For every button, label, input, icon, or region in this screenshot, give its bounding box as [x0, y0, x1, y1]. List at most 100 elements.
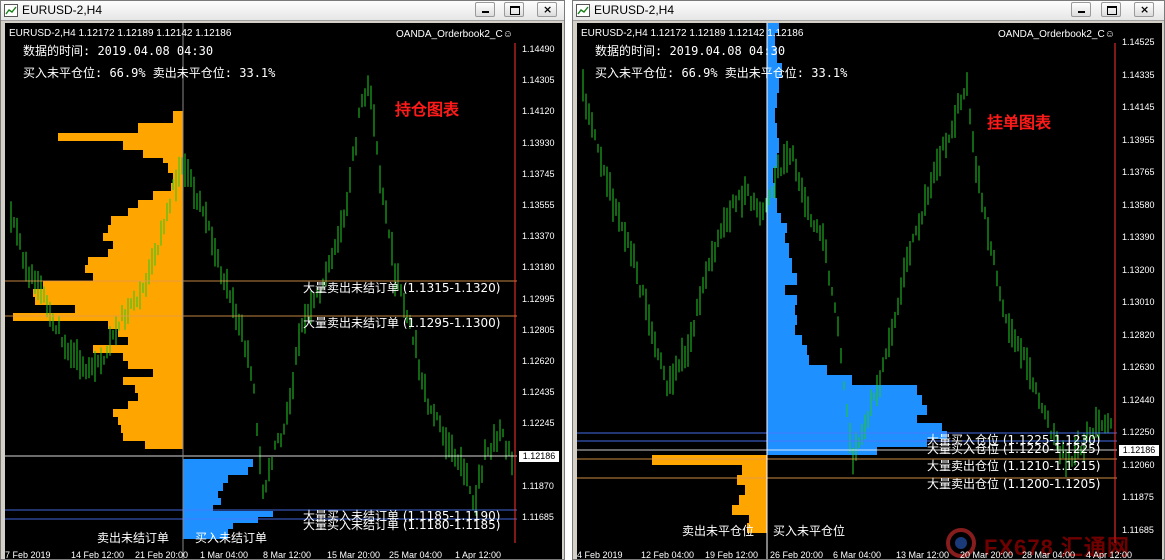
- chart-window-icon: [576, 4, 590, 17]
- symbol-quote-line: EURUSD-2,H4 1.12172 1.12189 1.12142 1.12…: [581, 28, 804, 39]
- sell-position-bar: [742, 465, 767, 475]
- buy-position-bar: [767, 168, 773, 183]
- buy-section-label: 买入未平仓位: [773, 524, 846, 538]
- chart-window-right[interactable]: EURUSD-2,H4 × EURUSD-2,H4 1.12172 1.1218…: [572, 0, 1165, 560]
- sell-section-label: 卖出未平仓位: [682, 524, 755, 538]
- title-bar[interactable]: EURUSD-2,H4 ×: [573, 1, 1164, 21]
- minimize-button[interactable]: [475, 2, 495, 17]
- sell-order-bar: [143, 150, 183, 158]
- sell-order-bar: [128, 361, 183, 369]
- current-price-label: 1.12186: [519, 451, 559, 462]
- sell-position-annotation: 大量卖出仓位 (1.1200-1.1205): [927, 477, 1101, 491]
- price-tick-label: 1.13370: [522, 231, 555, 242]
- data-time-label: 数据的时间: 2019.04.08 04:30: [23, 44, 214, 58]
- chart-name-label: 持仓图表: [395, 100, 460, 119]
- sell-order-bar: [121, 425, 183, 433]
- time-tick-label: 15 Mar 20:00: [327, 550, 381, 560]
- buy-position-bar: [767, 285, 785, 295]
- chart-name-label: 挂单图表: [987, 113, 1052, 132]
- price-axis[interactable]: 1.14525 1.14335 1.14145 1.13955 1.13765 1.135…: [1117, 23, 1162, 559]
- sell-position-annotation: 大量卖出仓位 (1.1210-1.1215): [927, 459, 1101, 473]
- buy-position-bar: [767, 385, 917, 395]
- time-tick-label: 1 Apr 12:00: [455, 550, 502, 560]
- smiley-icon: ☺: [502, 29, 513, 40]
- maximize-icon: [510, 6, 520, 15]
- time-tick-label: 4 Apr 12:00: [1086, 550, 1133, 560]
- buy-order-bar: [183, 498, 221, 505]
- sell-order-bar: [85, 265, 183, 273]
- price-tick-label: 1.14305: [522, 75, 555, 86]
- price-tick-label: 1.12060: [1122, 459, 1155, 470]
- sell-order-bar: [173, 111, 183, 123]
- price-tick-label: 1.13930: [522, 137, 555, 148]
- maximize-icon: [1107, 6, 1117, 15]
- buy-order-bar: [183, 475, 228, 483]
- price-tick-label: 1.14490: [522, 44, 555, 54]
- buy-position-bar: [767, 123, 777, 138]
- maximize-button[interactable]: [504, 2, 524, 17]
- time-tick-label: 13 Mar 12:00: [896, 550, 950, 560]
- sell-section-label: 卖出未结订单: [97, 531, 170, 545]
- price-tick-label: 1.13765: [1122, 167, 1155, 177]
- buy-position-bar: [767, 431, 947, 439]
- buy-position-bar: [767, 439, 927, 447]
- sell-order-bar: [113, 409, 183, 417]
- time-tick-label: 25 Mar 04:00: [389, 550, 443, 560]
- minimize-icon: [1078, 11, 1085, 13]
- price-tick-label: 1.12620: [522, 356, 555, 366]
- price-tick-label: 1.12630: [1122, 362, 1155, 372]
- time-tick-label: 6 Mar 04:00: [833, 550, 882, 560]
- time-tick-label: 19 Feb 12:00: [705, 550, 759, 560]
- buy-position-bar: [767, 93, 777, 108]
- sell-order-bar: [88, 257, 183, 265]
- price-tick-label: 1.13955: [1122, 134, 1155, 145]
- close-icon: ×: [543, 3, 553, 16]
- buy-position-bar: [767, 153, 777, 168]
- sell-order-bar: [123, 433, 183, 441]
- sell-order-bar: [123, 141, 183, 150]
- minimize-button[interactable]: [1071, 2, 1091, 17]
- sell-order-bar: [43, 281, 183, 289]
- price-chart[interactable]: EURUSD-2,H4 1.12172 1.12189 1.12142 1.12…: [5, 23, 562, 560]
- sell-order-bar: [135, 385, 183, 393]
- sell-order-bar: [103, 233, 183, 241]
- price-axis[interactable]: 1.14490 1.14305 1.14120 1.13930 1.13745 1.135…: [517, 23, 562, 559]
- sell-order-annotation: 大量卖出未结订单 (1.1315-1.1320): [303, 281, 501, 295]
- buy-position-bar: [767, 258, 792, 273]
- sell-order-bar: [123, 377, 183, 385]
- position-ratio-label: 买入未平仓位: 66.9% 卖出未平仓位: 33.1%: [23, 66, 276, 80]
- title-bar[interactable]: EURUSD-2,H4 ×: [1, 1, 564, 21]
- price-chart[interactable]: EURUSD-2,H4 1.12172 1.12189 1.12142 1.12…: [577, 23, 1162, 560]
- maximize-button[interactable]: [1101, 2, 1121, 17]
- sell-position-bar: [739, 495, 767, 505]
- time-tick-label: 21 Feb 20:00: [135, 550, 189, 560]
- sell-order-bar: [118, 329, 183, 337]
- buy-order-bar: [183, 511, 273, 517]
- data-time-label: 数据的时间: 2019.04.08 04:30: [595, 44, 786, 58]
- time-tick-label: 26 Feb 20:00: [770, 550, 824, 560]
- current-price-label: 1.12186: [1119, 445, 1159, 456]
- buy-position-bar: [767, 183, 775, 198]
- time-tick-label: 12 Feb 04:00: [641, 550, 695, 560]
- sell-order-bar: [108, 249, 183, 257]
- time-tick-label: 20 Mar 20:00: [960, 550, 1014, 560]
- buy-order-bar: [183, 523, 233, 529]
- price-tick-label: 1.11875: [1122, 492, 1154, 502]
- sell-order-bar: [118, 417, 183, 425]
- buy-order-bar: [183, 483, 223, 491]
- buy-position-bar: [767, 243, 789, 258]
- price-tick-label: 1.14145: [1122, 102, 1155, 112]
- price-tick-label: 1.13200: [1122, 264, 1155, 275]
- close-button[interactable]: ×: [1134, 2, 1154, 17]
- price-tick-label: 1.13390: [1122, 232, 1155, 242]
- buy-position-bar: [767, 375, 852, 385]
- price-tick-label: 1.12245: [522, 418, 555, 429]
- price-tick-label: 1.11685: [522, 512, 554, 522]
- buy-position-annotation: 大量买入仓位 (1.1220-1.1225): [927, 442, 1101, 456]
- close-button[interactable]: ×: [537, 2, 557, 17]
- buy-position-bar: [767, 295, 797, 305]
- chart-window-left[interactable]: EURUSD-2,H4 × EURUSD-2,H4 1.12172 1.1218…: [0, 0, 565, 560]
- sell-order-bar: [128, 208, 183, 216]
- buy-order-bar: [183, 467, 248, 475]
- buy-position-bar: [767, 335, 802, 345]
